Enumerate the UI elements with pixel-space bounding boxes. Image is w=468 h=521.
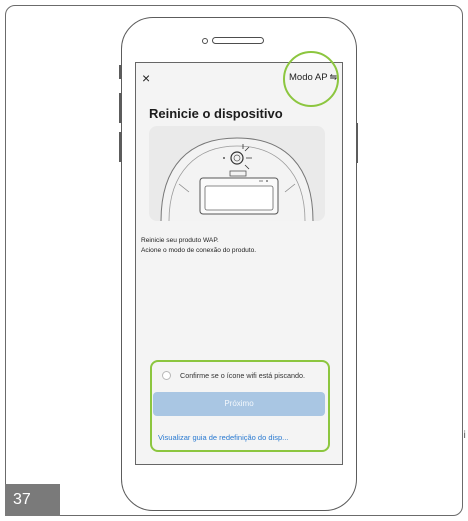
phone-camera-dot — [202, 38, 208, 44]
confirm-label: Confirme se o ícone wifi está piscando. — [180, 371, 306, 380]
next-button[interactable]: Próximo — [153, 392, 325, 416]
phone-volume-up-button — [119, 93, 121, 123]
close-icon[interactable]: × — [142, 70, 150, 86]
page-corner-mark: ⅰ — [463, 430, 466, 441]
phone-speaker — [212, 37, 264, 44]
robot-vacuum-icon — [160, 137, 314, 221]
description: Reinicie seu produto WAP. Acione o modo … — [141, 236, 256, 256]
reset-guide-link[interactable]: Visualizar guia de redefinição do disp..… — [158, 433, 288, 442]
mode-ap-highlight-circle — [283, 51, 339, 107]
phone-volume-down-button — [119, 132, 121, 162]
confirm-radio[interactable] — [162, 371, 171, 380]
page-title: Reinicie o dispositivo — [149, 106, 283, 121]
phone-side-button — [119, 65, 121, 79]
description-line-1: Reinicie seu produto WAP. — [141, 237, 219, 244]
page-number: 37 — [5, 484, 60, 516]
phone-power-button — [356, 123, 358, 163]
description-line-2: Acione o modo de conexão do produto. — [141, 247, 257, 254]
robot-vacuum-illustration — [149, 126, 325, 221]
